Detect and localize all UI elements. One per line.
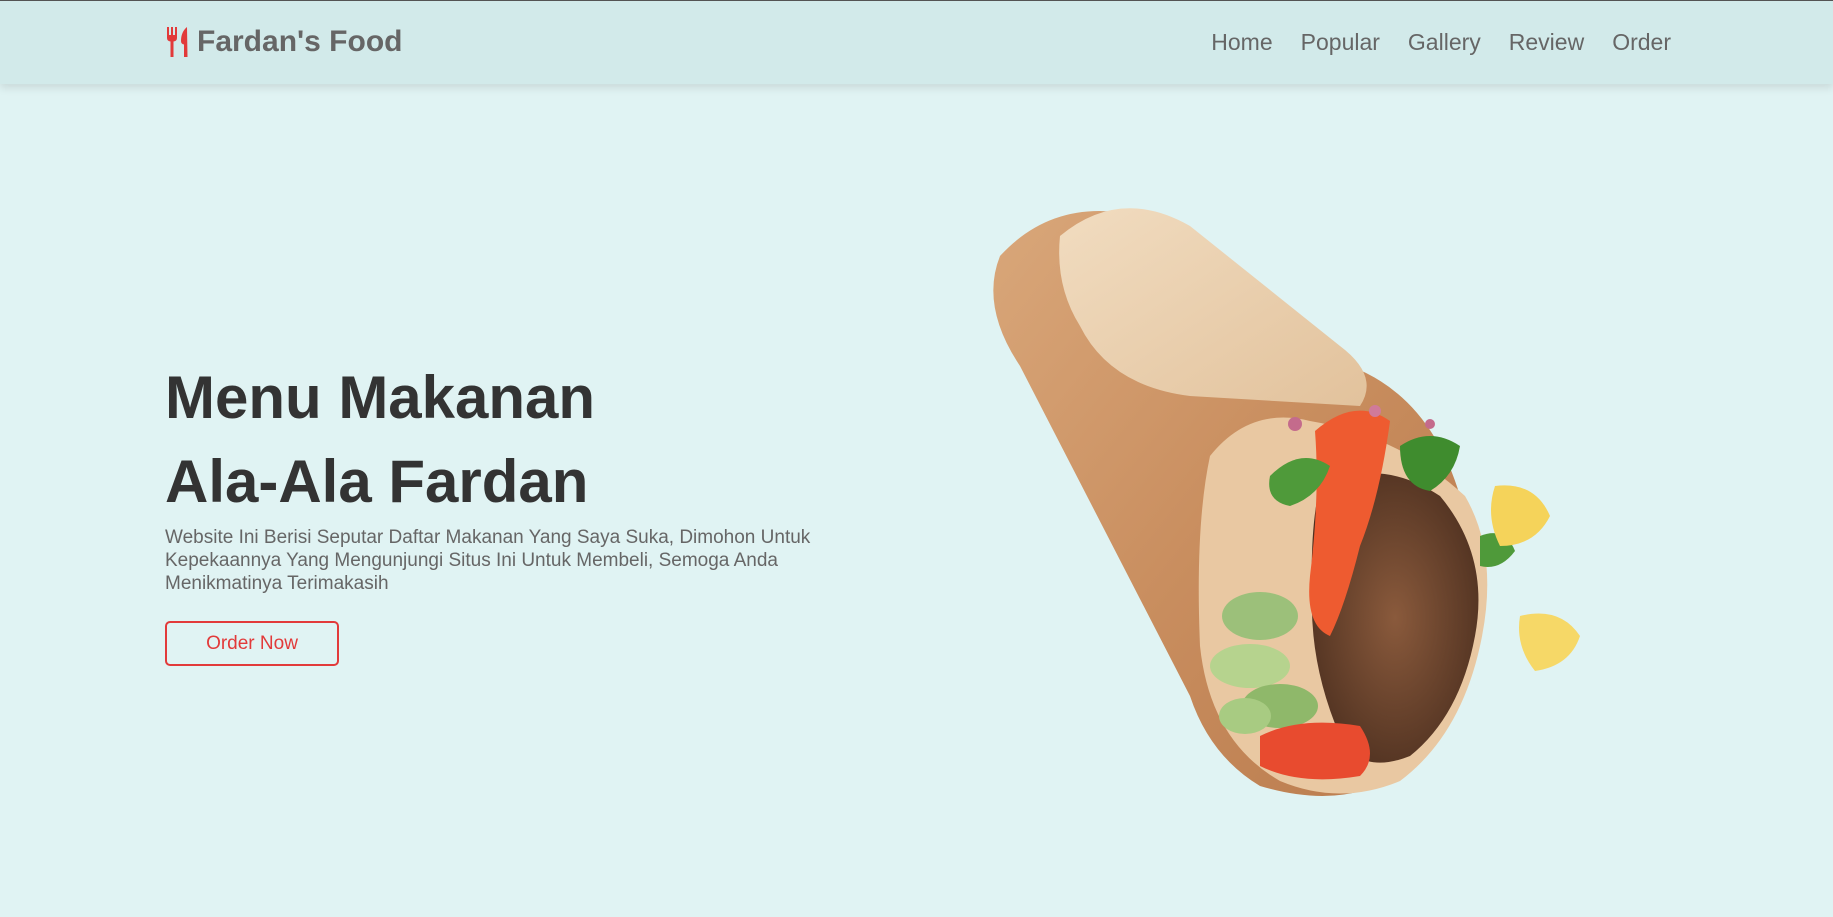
hero-description: Website Ini Berisi Seputar Daftar Makana…	[165, 527, 811, 594]
nav-item-review[interactable]: Review	[1509, 28, 1584, 56]
brand-name: Fardan's Food	[197, 25, 403, 58]
kebab-wrap-image	[993, 208, 1580, 796]
order-now-button[interactable]: Order Now	[165, 621, 339, 666]
hero-title: Menu Makanan Ala-Ala Fardan	[165, 356, 885, 524]
brand-logo-link[interactable]: Fardan's Food	[165, 24, 402, 60]
hero-title-line-2: Ala-Ala Fardan	[165, 448, 589, 515]
hero-title-line-1: Menu Makanan	[165, 364, 596, 431]
nav-item-popular[interactable]: Popular	[1301, 28, 1380, 56]
page: Fardan's Food Home Popular Gallery Revie…	[0, 0, 1833, 917]
nav-item-home[interactable]: Home	[1211, 28, 1272, 56]
hero-section: Menu Makanan Ala-Ala Fardan Website Ini …	[165, 356, 885, 666]
nav-item-gallery[interactable]: Gallery	[1408, 28, 1481, 56]
utensils-icon	[167, 27, 188, 57]
nav-item-order[interactable]: Order	[1612, 28, 1671, 56]
site-header: Fardan's Food Home Popular Gallery Revie…	[0, 1, 1833, 84]
main-nav: Home Popular Gallery Review Order	[1211, 28, 1671, 56]
